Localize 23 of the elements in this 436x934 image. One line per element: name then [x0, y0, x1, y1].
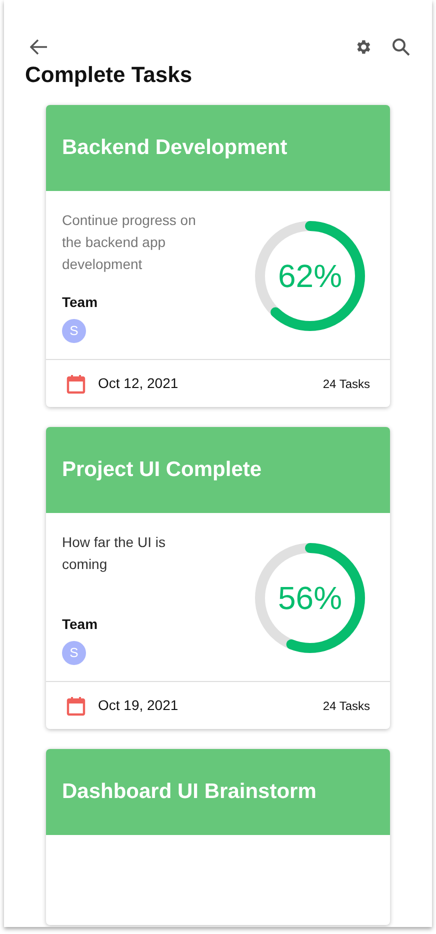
- team-label: Team: [62, 615, 99, 634]
- progress-percent: 56%: [278, 579, 342, 618]
- card-description: How far the UI is coming: [62, 533, 166, 574]
- search-icon[interactable]: [392, 38, 410, 56]
- page-title: Complete Tasks: [25, 61, 194, 89]
- calendar-icon: [66, 374, 86, 394]
- card-title: Project UI Complete: [62, 457, 262, 484]
- task-card[interactable]: Dashboard UI Brainstorm: [46, 749, 390, 925]
- member-avatar[interactable]: S: [62, 641, 86, 665]
- card-title: Backend Development: [62, 135, 288, 162]
- due-date: Oct 12, 2021: [98, 374, 178, 393]
- card-title: Dashboard UI Brainstorm: [62, 779, 316, 806]
- due-date: Oct 19, 2021: [98, 696, 178, 715]
- calendar-icon: [66, 696, 86, 716]
- task-count: 24 Tasks: [322, 698, 370, 714]
- task-count: 24 Tasks: [322, 376, 370, 392]
- back-arrow-icon[interactable]: [30, 39, 48, 55]
- progress-percent: 62%: [278, 257, 342, 296]
- team-label: Team: [62, 293, 99, 312]
- member-avatar[interactable]: S: [62, 319, 86, 343]
- card-description: Continue progress on the backend app development: [62, 211, 197, 274]
- task-card[interactable]: Project UI Complete How far the UI is coming Team S 56% Oct 19, 2021 24 Tasks: [46, 427, 390, 729]
- task-card[interactable]: Backend Development Continue progress on the backend app development Team S 62% Oct 12, 2021 24 Tasks: [46, 105, 390, 407]
